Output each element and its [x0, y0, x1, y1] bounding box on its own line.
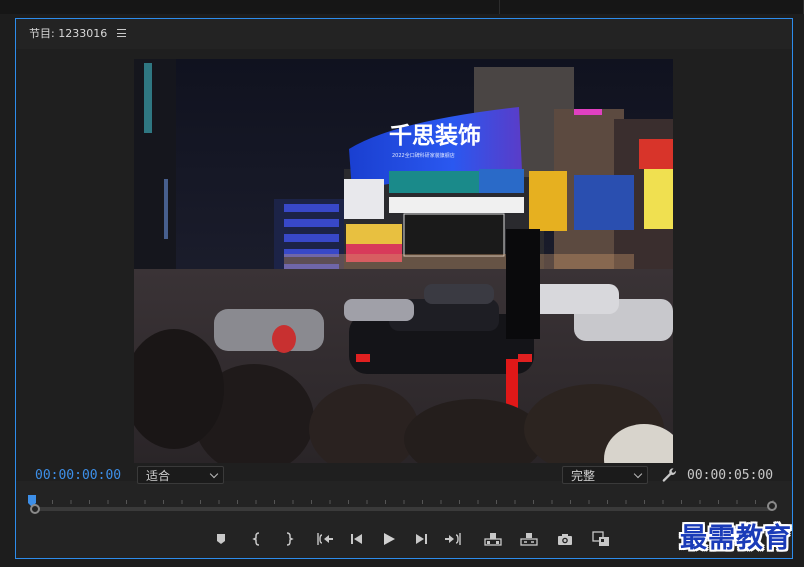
chevron-down-icon — [633, 469, 643, 478]
monitor-controls-row: 00:00:00:00 适合 完整 00:00:05:00 — [16, 465, 792, 487]
playback-resolution-select[interactable]: 完整 — [562, 466, 648, 484]
out-point-handle[interactable] — [767, 501, 777, 511]
billboard-brand: 千思装饰 — [389, 122, 481, 149]
watermark-logo: 最需教育 — [680, 523, 792, 554]
mark-in-icon[interactable] — [246, 528, 268, 550]
zoom-level-select[interactable]: 适合 — [137, 466, 224, 484]
video-display-area: 千思装饰 2022全口碑科研家装旗舰店 — [16, 49, 792, 481]
go-to-out-icon[interactable] — [442, 528, 464, 550]
billboard-sub: 2022全口碑科研家装旗舰店 — [392, 152, 455, 159]
current-timecode[interactable]: 00:00:00:00 — [35, 468, 121, 483]
lift-icon[interactable] — [482, 528, 504, 550]
panel-title[interactable]: 节目: 1233016 — [29, 25, 107, 41]
duration-timecode: 00:00:05:00 — [687, 468, 774, 483]
marker-icon[interactable] — [210, 528, 232, 550]
transport-controls — [210, 528, 612, 550]
timeline-scrubber[interactable] — [28, 495, 780, 517]
program-monitor-panel: 节目: 1233016 千思装饰 2022全口碑科研家装旗舰店 00:00:00… — [15, 18, 793, 559]
video-frame: 千思装饰 2022全口碑科研家装旗舰店 — [134, 59, 673, 463]
playback-resolution-value: 完整 — [571, 468, 596, 483]
camera-icon[interactable] — [554, 528, 576, 550]
step-forward-icon[interactable] — [410, 528, 432, 550]
go-to-in-icon[interactable] — [314, 528, 336, 550]
mark-out-icon[interactable] — [278, 528, 300, 550]
comparison-icon[interactable] — [590, 528, 612, 550]
in-point-handle[interactable] — [30, 504, 40, 514]
timeline-track[interactable] — [34, 507, 774, 511]
hamburger-menu-icon[interactable] — [117, 29, 127, 37]
zoom-level-value: 适合 — [146, 468, 171, 483]
top-panel-strip — [0, 0, 804, 14]
extract-icon[interactable] — [518, 528, 540, 550]
play-icon[interactable] — [378, 528, 400, 550]
step-back-icon[interactable] — [346, 528, 368, 550]
panel-header: 节目: 1233016 — [29, 25, 127, 41]
chevron-down-icon — [209, 469, 219, 478]
wrench-icon[interactable] — [660, 466, 678, 484]
timeline-ticks — [34, 500, 774, 504]
